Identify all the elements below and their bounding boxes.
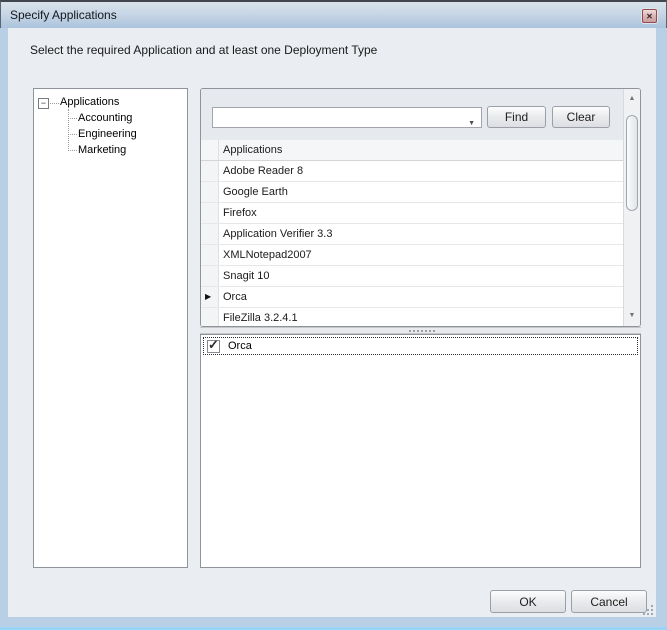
- clear-button[interactable]: Clear: [552, 106, 610, 128]
- ok-button[interactable]: OK: [490, 590, 566, 613]
- grid-row-filezilla[interactable]: FileZilla 3.2.4.1: [201, 308, 623, 327]
- deployment-type-label: Orca: [228, 340, 252, 352]
- titlebar[interactable]: Specify Applications ✕: [0, 0, 667, 28]
- search-toolbar: ▼ Find Clear: [201, 89, 640, 140]
- grid-row-firefox[interactable]: Firefox: [201, 203, 623, 224]
- row-indicator-cell: [201, 203, 219, 223]
- grid-header-row: Applications: [201, 140, 623, 161]
- deployment-types-panel: ✓ Orca: [200, 334, 641, 568]
- resize-grip-icon[interactable]: [643, 605, 653, 615]
- tree-connector-line: [68, 150, 77, 151]
- grid-row-google-earth[interactable]: Google Earth: [201, 182, 623, 203]
- specify-applications-dialog: Specify Applications ✕ Select the requir…: [0, 0, 667, 630]
- tree-collapse-icon[interactable]: −: [38, 98, 49, 109]
- row-indicator-cell: [201, 182, 219, 202]
- scroll-down-icon[interactable]: ▼: [624, 308, 640, 324]
- grid-row-snagit-10[interactable]: Snagit 10: [201, 266, 623, 287]
- tree-connector-line: [68, 109, 69, 151]
- scroll-up-icon[interactable]: ▲: [624, 91, 640, 107]
- row-indicator-header-cell: [201, 140, 219, 160]
- row-indicator-cell: [201, 308, 219, 327]
- tree-connector-line: [68, 118, 77, 119]
- chevron-down-icon: ▼: [468, 114, 475, 133]
- deployment-type-item-orca[interactable]: ✓ Orca: [203, 337, 638, 355]
- grid-column-header[interactable]: Applications: [219, 140, 623, 160]
- scrollbar-thumb[interactable]: [626, 115, 638, 211]
- tree-node-applications[interactable]: Applications: [60, 96, 119, 108]
- filter-combobox[interactable]: ▼: [212, 107, 482, 128]
- grid-row-xmlnotepad2007[interactable]: XMLNotepad2007: [201, 245, 623, 266]
- splitter-grip-icon: [421, 330, 423, 332]
- applications-grid: Applications Adobe Reader 8 Google Earth…: [201, 140, 623, 326]
- row-indicator-cell: [201, 224, 219, 244]
- vertical-scrollbar[interactable]: ▲ ▼: [623, 89, 640, 326]
- row-indicator-cell: [201, 245, 219, 265]
- applications-grid-panel: ▼ Find Clear Applications Adobe Reader 8…: [200, 88, 641, 327]
- dialog-instruction: Select the required Application and at l…: [30, 43, 377, 57]
- applications-tree-panel: − Applications Accounting Engineering Ma…: [33, 88, 188, 568]
- row-indicator-cell: ▶: [201, 287, 219, 307]
- row-indicator-cell: [201, 161, 219, 181]
- cancel-button[interactable]: Cancel: [571, 590, 647, 613]
- close-icon: ✕: [646, 12, 653, 21]
- tree-connector-line: [68, 134, 77, 135]
- grid-row-adobe-reader-8[interactable]: Adobe Reader 8: [201, 161, 623, 182]
- checkbox-checked-icon[interactable]: ✓: [207, 340, 220, 353]
- window-title: Specify Applications: [10, 8, 117, 22]
- grid-row-orca[interactable]: ▶ Orca: [201, 287, 623, 308]
- grid-row-application-verifier[interactable]: Application Verifier 3.3: [201, 224, 623, 245]
- tree-node-marketing[interactable]: Marketing: [78, 144, 126, 158]
- row-indicator-cell: [201, 266, 219, 286]
- tree-connector-line: [50, 103, 59, 104]
- tree-node-accounting[interactable]: Accounting: [78, 112, 132, 126]
- current-row-icon: ▶: [205, 293, 211, 301]
- panel-splitter[interactable]: [200, 327, 641, 334]
- find-button[interactable]: Find: [487, 106, 546, 128]
- dialog-body: Select the required Application and at l…: [8, 28, 656, 617]
- tree-node-engineering[interactable]: Engineering: [78, 128, 137, 142]
- close-button[interactable]: ✕: [642, 9, 657, 23]
